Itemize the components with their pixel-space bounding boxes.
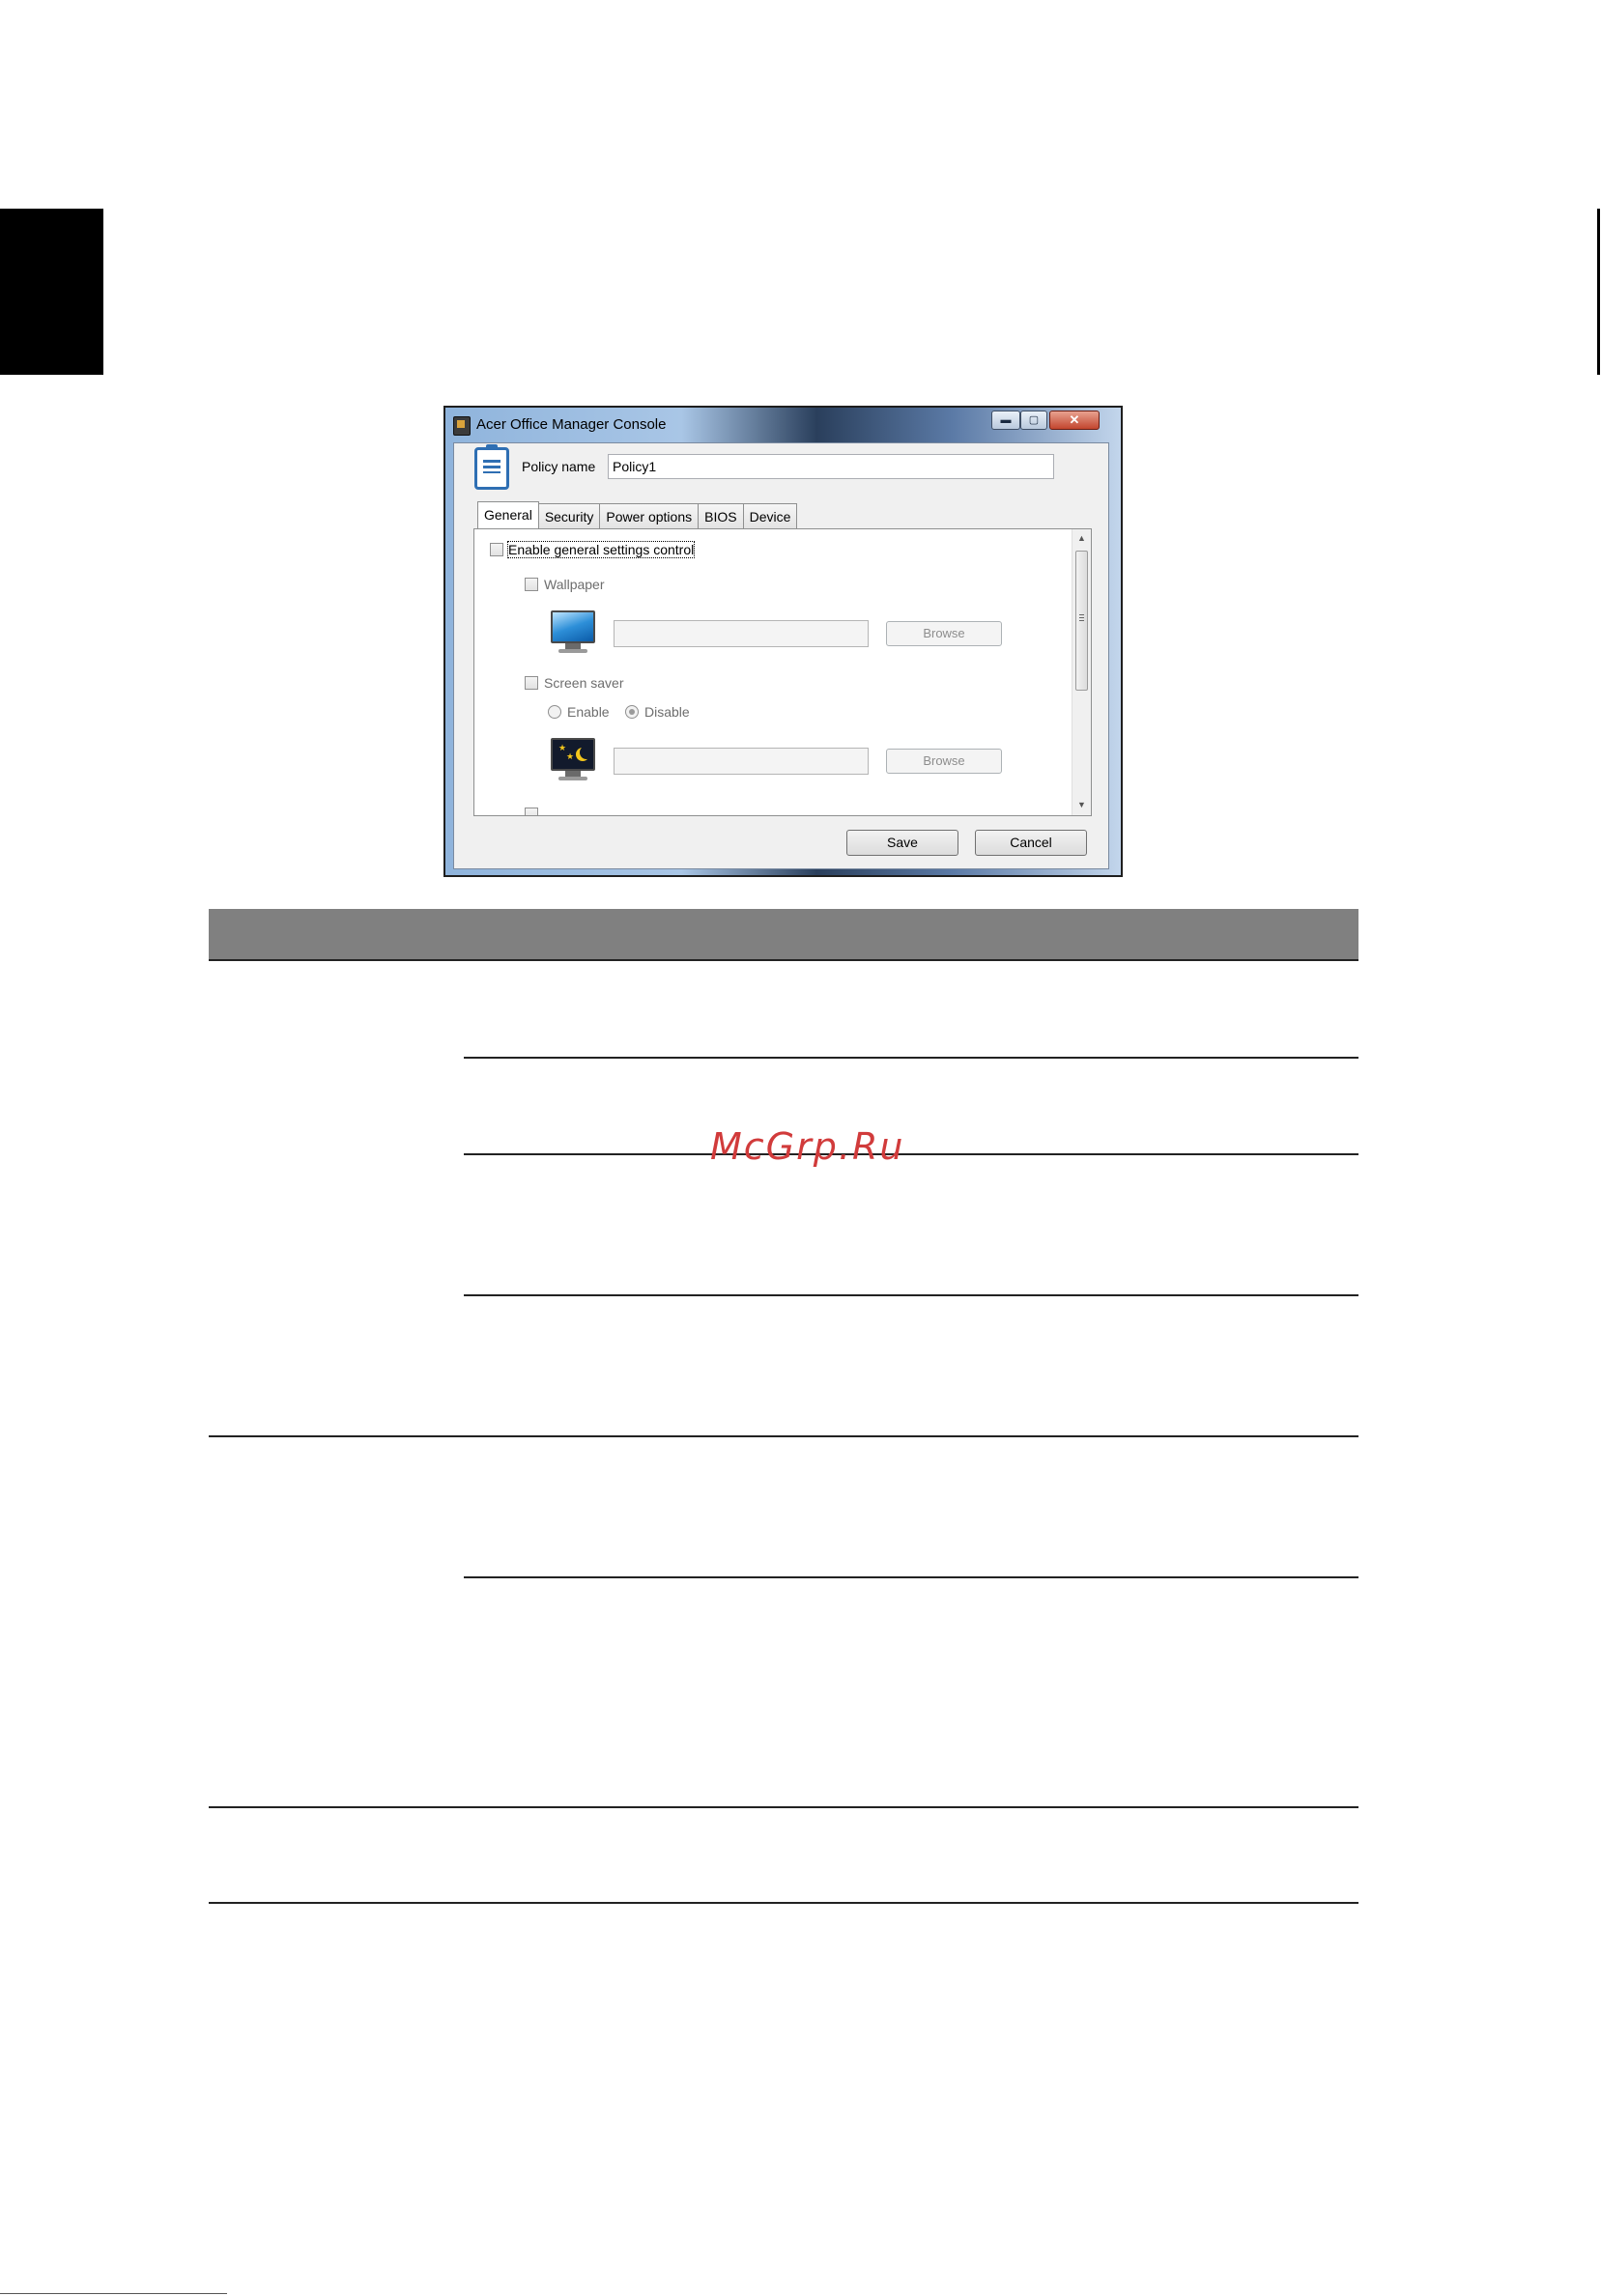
tab-security[interactable]: Security — [537, 503, 601, 528]
screen-saver-disable-label[interactable]: Disable — [644, 704, 690, 720]
title-bar[interactable]: Acer Office Manager Console ▬ ▢ ✕ — [445, 408, 1121, 442]
save-button[interactable]: Save — [846, 830, 958, 856]
policy-name-input[interactable] — [608, 454, 1054, 479]
tab-power-options[interactable]: Power options — [599, 503, 700, 528]
policy-clipboard-icon — [474, 444, 509, 490]
tab-bios[interactable]: BIOS — [698, 503, 744, 528]
app-icon — [453, 416, 471, 436]
table-rule — [464, 1576, 1358, 1578]
scroll-up-arrow-icon[interactable]: ▲ — [1077, 533, 1086, 543]
enable-general-settings-label[interactable]: Enable general settings control — [506, 541, 696, 558]
scrollbar-thumb[interactable] — [1075, 551, 1088, 691]
table-rule — [209, 959, 1358, 961]
page-side-tab — [0, 209, 103, 375]
wallpaper-checkbox[interactable] — [525, 578, 538, 591]
screen-saver-enable-radio[interactable] — [548, 705, 561, 719]
wallpaper-browse-button[interactable]: Browse — [886, 621, 1002, 646]
enable-general-settings-checkbox[interactable] — [490, 543, 503, 556]
wallpaper-monitor-icon — [549, 609, 597, 655]
general-tab-panel: Enable general settings control Wallpape… — [473, 528, 1092, 816]
table-rule — [209, 1435, 1358, 1437]
screen-saver-browse-button[interactable]: Browse — [886, 749, 1002, 774]
tab-device[interactable]: Device — [742, 503, 798, 528]
next-setting-checkbox[interactable] — [525, 808, 538, 815]
maximize-button[interactable]: ▢ — [1020, 411, 1047, 430]
tab-general[interactable]: General — [477, 501, 539, 528]
screen-saver-checkbox[interactable] — [525, 676, 538, 690]
window-client-area: Policy name General Security Power optio… — [453, 442, 1109, 869]
screen-saver-path-input[interactable] — [614, 748, 869, 775]
table-rule — [464, 1153, 1358, 1155]
tab-strip: General Security Power options BIOS Devi… — [477, 501, 798, 528]
minimize-button[interactable]: ▬ — [991, 411, 1020, 430]
cancel-button[interactable]: Cancel — [975, 830, 1087, 856]
vertical-scrollbar[interactable]: ▲ ▼ — [1072, 529, 1091, 815]
table-rule — [209, 1902, 1358, 1904]
footer-rule — [0, 2293, 227, 2294]
window-title: Acer Office Manager Console — [476, 416, 667, 433]
policy-name-label: Policy name — [522, 459, 596, 474]
screensaver-monitor-icon: ★ ★ — [549, 736, 597, 782]
wallpaper-label[interactable]: Wallpaper — [544, 577, 605, 592]
table-header-band — [209, 909, 1358, 959]
screen-saver-disable-radio[interactable] — [625, 705, 639, 719]
page-edge-bar — [1597, 209, 1600, 375]
wallpaper-path-input[interactable] — [614, 620, 869, 647]
screen-saver-enable-label[interactable]: Enable — [567, 704, 610, 720]
close-button[interactable]: ✕ — [1049, 411, 1100, 430]
scroll-down-arrow-icon[interactable]: ▼ — [1077, 800, 1086, 809]
screen-saver-label[interactable]: Screen saver — [544, 675, 623, 691]
table-rule — [464, 1294, 1358, 1296]
app-window: Acer Office Manager Console ▬ ▢ ✕ Policy… — [443, 406, 1123, 877]
table-rule — [209, 1806, 1358, 1808]
table-rule — [464, 1057, 1358, 1059]
watermark-text: McGrp.Ru — [710, 1125, 905, 1168]
